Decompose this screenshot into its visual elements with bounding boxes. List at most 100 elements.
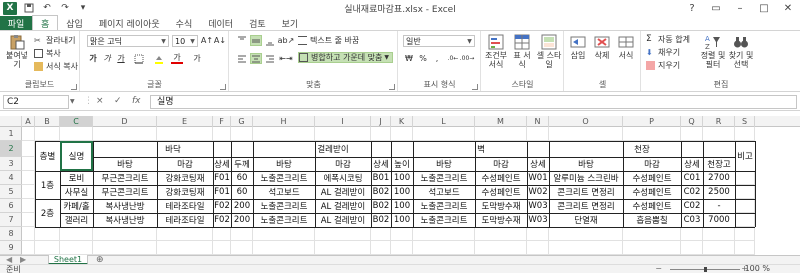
table-cell[interactable]: 2500 bbox=[703, 185, 735, 199]
table-cell[interactable]: 수성페인트 bbox=[475, 185, 527, 199]
table-cell[interactable]: B02 bbox=[371, 185, 391, 199]
cell-area[interactable]: 층별 실명 바닥 걸레받이 벽 천장 비고 바탕 마감 상세 두께 바탕 마감 상세 높이 바탕 마감 상세 바탕 마… bbox=[0, 116, 800, 255]
table-cell[interactable]: 노출콘크리트 bbox=[253, 213, 315, 227]
table-cell[interactable]: 도막방수재 bbox=[475, 213, 527, 227]
prev-sheet-icon[interactable]: ◀ bbox=[6, 255, 12, 264]
sub-header[interactable]: 상세 bbox=[213, 157, 231, 171]
next-sheet-icon[interactable]: ▶ bbox=[20, 255, 26, 264]
autosum-button[interactable]: Σ 자동 합계 bbox=[646, 34, 690, 45]
align-left-icon[interactable] bbox=[236, 53, 248, 64]
sort-filter-button[interactable]: AZ 정렬 및 필터 bbox=[700, 34, 726, 69]
redo-icon[interactable]: ↷ bbox=[59, 2, 71, 14]
table-cell[interactable]: C02 bbox=[681, 185, 703, 199]
paste-button[interactable]: 붙여넣기 bbox=[3, 34, 31, 69]
zoom-level[interactable]: 100 % bbox=[745, 264, 770, 273]
find-select-button[interactable]: 찾기 및 선택 bbox=[728, 34, 754, 69]
table-cell[interactable]: W03 bbox=[527, 199, 549, 213]
table-cell[interactable]: C03 bbox=[681, 213, 703, 227]
table-cell[interactable]: 도막방수재 bbox=[475, 199, 527, 213]
table-cell[interactable]: 100 bbox=[391, 185, 413, 199]
tab-file[interactable]: 파일 bbox=[0, 16, 32, 30]
table-cell[interactable]: 수성페인트 bbox=[475, 171, 527, 185]
help-icon[interactable]: ? bbox=[680, 0, 704, 16]
tab-insert[interactable]: 삽입 bbox=[58, 16, 91, 30]
floor-label[interactable]: 2층 bbox=[35, 199, 60, 227]
sub-header[interactable]: 바탕 bbox=[413, 157, 475, 171]
format-cells-button[interactable]: 서식 bbox=[615, 34, 637, 60]
cut-button[interactable]: ✂ 잘라내기 bbox=[34, 35, 75, 46]
table-cell[interactable]: 강화코팅재 bbox=[157, 171, 213, 185]
conditional-format-button[interactable]: 조건부 서식 bbox=[484, 34, 508, 69]
table-cell[interactable]: 노출콘크리트 bbox=[253, 171, 315, 185]
table-cell[interactable]: 카페/홀 bbox=[60, 199, 93, 213]
table-cell[interactable]: 200 bbox=[231, 199, 253, 213]
header-group-baseboard[interactable]: 걸레받이 bbox=[253, 141, 413, 157]
table-cell[interactable]: 단열재 bbox=[549, 213, 623, 227]
font-size-select[interactable]: 10 ▼ bbox=[172, 35, 198, 47]
table-cell[interactable]: 흡음뿜칠 bbox=[623, 213, 681, 227]
font-color-button[interactable]: 가 bbox=[171, 53, 183, 64]
table-cell[interactable]: F02 bbox=[213, 199, 231, 213]
enter-icon[interactable]: ✓ bbox=[114, 96, 122, 106]
merge-center-button[interactable]: 병합하고 가운데 맞춤 ▼ bbox=[298, 52, 393, 63]
table-cell[interactable]: 수성페인트 bbox=[623, 185, 681, 199]
header-group-floor[interactable]: 바닥 bbox=[93, 141, 253, 157]
tab-formulas[interactable]: 수식 bbox=[168, 16, 201, 30]
table-cell[interactable]: 노출콘크리트 bbox=[253, 199, 315, 213]
indent-icon[interactable]: ⇤⇥ bbox=[279, 53, 292, 64]
sub-header[interactable]: 천장고 bbox=[703, 157, 735, 171]
number-launcher-icon[interactable] bbox=[472, 84, 478, 90]
table-cell[interactable]: AL 걸레받이 bbox=[315, 199, 371, 213]
sub-header[interactable]: 상세 bbox=[371, 157, 391, 171]
sub-header[interactable]: 높이 bbox=[391, 157, 413, 171]
table-cell[interactable]: 무근콘크리트 bbox=[93, 171, 157, 185]
header-group-wall[interactable]: 벽 bbox=[413, 141, 549, 157]
name-box[interactable]: C2 bbox=[3, 95, 69, 109]
table-cell[interactable]: 콘크리트 면정리 bbox=[549, 185, 623, 199]
table-cell[interactable]: B02 bbox=[371, 199, 391, 213]
format-painter-button[interactable]: 서식 복사 bbox=[34, 61, 78, 72]
clear-button[interactable]: 지우기 bbox=[646, 60, 680, 71]
table-cell[interactable]: C01 bbox=[681, 171, 703, 185]
underline-button[interactable]: 가 bbox=[115, 53, 127, 64]
table-cell[interactable]: F02 bbox=[213, 213, 231, 227]
table-cell[interactable]: 200 bbox=[231, 213, 253, 227]
align-top-icon[interactable] bbox=[236, 35, 248, 46]
table-cell[interactable]: F01 bbox=[213, 185, 231, 199]
table-cell[interactable]: 7000 bbox=[703, 213, 735, 227]
zoom-slider-knob[interactable] bbox=[704, 267, 707, 272]
cell-styles-button[interactable]: 셀 스타일 bbox=[536, 34, 562, 69]
table-cell[interactable]: 갤러리 bbox=[60, 213, 93, 227]
undo-icon[interactable]: ↶ bbox=[41, 2, 53, 14]
delete-cells-button[interactable]: 삭제 bbox=[591, 34, 613, 60]
copy-button[interactable]: 복사 bbox=[34, 48, 61, 59]
table-cell[interactable]: 100 bbox=[391, 171, 413, 185]
sub-header[interactable]: 마감 bbox=[623, 157, 681, 171]
table-cell[interactable]: 로비 bbox=[60, 171, 93, 185]
table-cell[interactable]: C02 bbox=[681, 199, 703, 213]
align-right-icon[interactable] bbox=[264, 53, 276, 64]
ribbon-display-icon[interactable]: ▭ bbox=[704, 0, 728, 16]
table-cell[interactable]: 노출콘크리트 bbox=[413, 171, 475, 185]
sub-header[interactable]: 바탕 bbox=[549, 157, 623, 171]
table-cell[interactable]: 복사냉난방 bbox=[93, 199, 157, 213]
borders-icon[interactable] bbox=[133, 53, 145, 64]
fill-color-icon[interactable] bbox=[153, 53, 165, 64]
comma-icon[interactable]: , bbox=[431, 53, 443, 64]
table-cell[interactable]: 테라조타일 bbox=[157, 213, 213, 227]
table-cell[interactable]: 석고보드 bbox=[253, 185, 315, 199]
formula-input[interactable]: 실명 bbox=[150, 95, 797, 109]
increase-font-icon[interactable]: A↑ bbox=[201, 35, 213, 46]
phonetic-icon[interactable]: 가 bbox=[191, 53, 203, 64]
table-cell[interactable]: 100 bbox=[391, 213, 413, 227]
table-cell[interactable]: 노출콘크리트 bbox=[413, 213, 475, 227]
table-cell[interactable]: 테라조타일 bbox=[157, 199, 213, 213]
table-cell[interactable]: W03 bbox=[527, 213, 549, 227]
zoom-out-icon[interactable]: − bbox=[655, 264, 662, 273]
sub-header[interactable]: 상세 bbox=[681, 157, 703, 171]
table-cell[interactable]: 사무실 bbox=[60, 185, 93, 199]
font-name-select[interactable]: 맑은 고딕 ▼ bbox=[87, 35, 169, 47]
format-as-table-button[interactable]: 표 서식 bbox=[510, 34, 534, 69]
tab-data[interactable]: 데이터 bbox=[200, 16, 241, 30]
chevron-down-icon[interactable]: ▼ bbox=[70, 98, 75, 105]
